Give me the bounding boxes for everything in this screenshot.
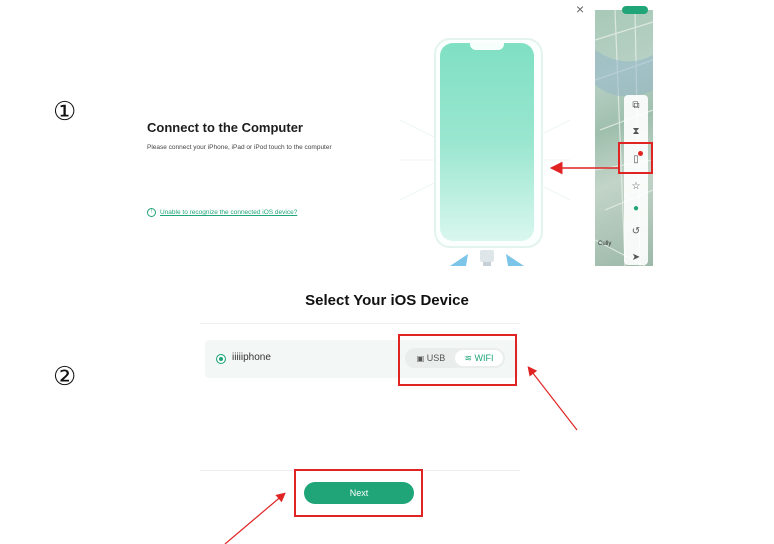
arrow-to-next (224, 492, 286, 544)
arrow-to-wifi (527, 366, 578, 431)
annotation-arrows (224, 161, 618, 544)
